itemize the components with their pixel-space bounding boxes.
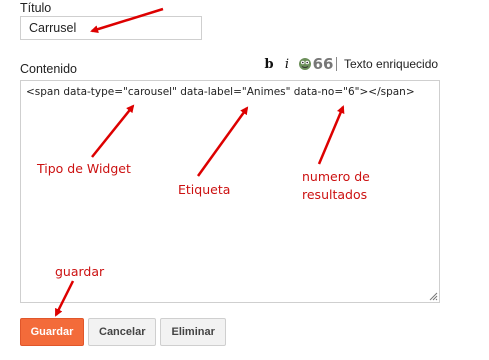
arrow-to-widget-type [91,104,135,158]
widget-editor: Título Carrusel Contenido b i 66 Texto e… [0,0,489,360]
annotation-arrows [54,7,345,317]
arrow-to-save [54,280,75,317]
arrow-to-title [90,7,164,34]
arrow-to-label [196,106,249,177]
arrow-to-results [317,105,345,165]
